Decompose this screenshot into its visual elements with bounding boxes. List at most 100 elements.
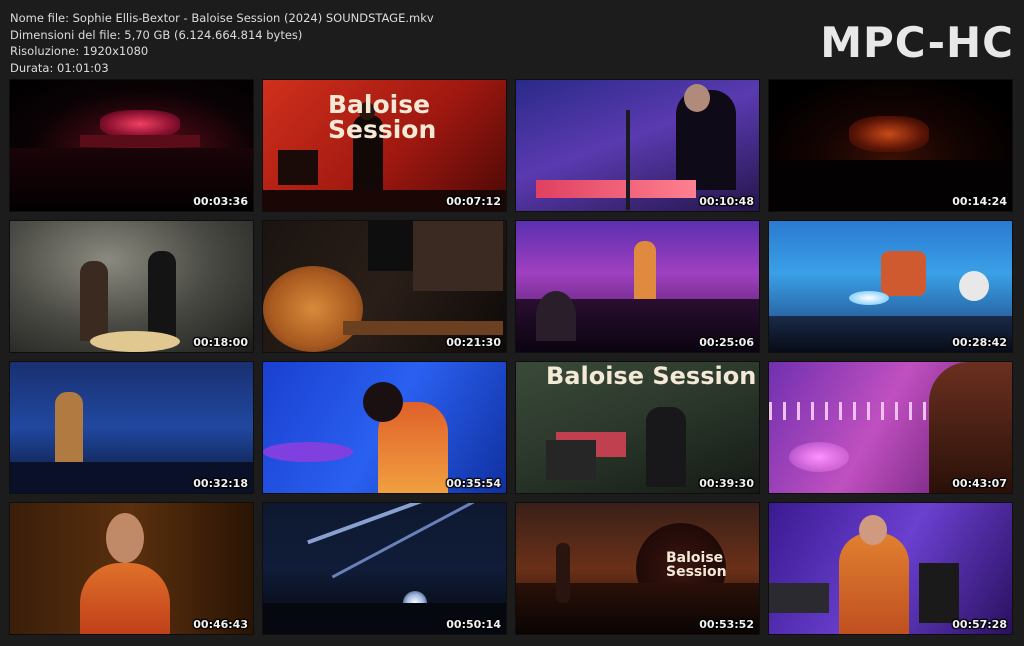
frame-shape	[90, 331, 180, 352]
thumbnail-timestamp: 00:03:36	[193, 195, 248, 208]
frame-shape	[100, 110, 180, 138]
thumbnail-frame-image	[516, 221, 759, 352]
video-thumbnail: Baloise Session 00:39:30	[516, 362, 759, 493]
frame-shape	[859, 515, 887, 545]
video-thumbnail: Baloise Session 00:53:52	[516, 503, 759, 634]
frame-shape	[343, 321, 503, 335]
frame-shape	[929, 362, 1012, 493]
thumbnail-timestamp: 00:07:12	[446, 195, 501, 208]
arte-channel-logo-icon	[266, 508, 275, 528]
frame-shape	[278, 150, 318, 185]
thumbnail-timestamp: 00:18:00	[193, 336, 248, 349]
frame-shape	[106, 513, 144, 563]
thumbnail-frame-image: Baloise Session	[263, 80, 506, 211]
arte-channel-logo-icon	[519, 367, 528, 387]
frame-shape	[80, 563, 170, 634]
frame-shape	[684, 84, 710, 112]
thumbnail-frame-image: Baloise Session	[516, 362, 759, 493]
thumbnail-timestamp: 00:35:54	[446, 477, 501, 490]
frame-shape	[881, 251, 926, 296]
arte-channel-logo-icon	[519, 85, 528, 105]
arte-channel-logo-icon	[519, 226, 528, 246]
thumbnail-timestamp: 00:43:07	[952, 477, 1007, 490]
frame-shape	[80, 135, 200, 147]
thumbnail-frame-image	[10, 503, 253, 634]
thumbnail-frame-image: Baloise Session	[516, 503, 759, 634]
arte-channel-logo-icon	[13, 367, 22, 387]
thumbnail-timestamp: 00:50:14	[446, 618, 501, 631]
video-thumbnail: 00:46:43	[10, 503, 253, 634]
frame-shape	[331, 503, 475, 579]
frame-shape	[634, 241, 656, 301]
arte-channel-logo-icon	[13, 226, 22, 246]
video-thumbnail: 00:57:28	[769, 503, 1012, 634]
thumbnail-timestamp: 00:46:43	[193, 618, 248, 631]
arte-channel-logo-icon	[266, 226, 275, 246]
thumbnail-timestamp: 00:39:30	[699, 477, 754, 490]
thumbnail-timestamp: 00:14:24	[952, 195, 1007, 208]
thumbnail-timestamp: 00:21:30	[446, 336, 501, 349]
thumbnail-frame-image	[769, 362, 1012, 493]
arte-channel-logo-icon	[772, 226, 781, 246]
thumbnail-frame-image	[263, 362, 506, 493]
thumbnail-frame-image	[516, 80, 759, 211]
video-thumbnail: 00:43:07	[769, 362, 1012, 493]
thumbnail-frame-image	[769, 221, 1012, 352]
frame-shape	[769, 583, 829, 613]
thumbnail-timestamp: 00:28:42	[952, 336, 1007, 349]
frame-shape	[849, 116, 929, 152]
arte-channel-logo-icon	[266, 85, 275, 105]
thumbnail-frame-image	[263, 503, 506, 634]
frame-shape	[626, 110, 630, 210]
frame-shape	[849, 291, 889, 305]
frame-shape	[556, 543, 570, 603]
video-thumbnail: 00:25:06	[516, 221, 759, 352]
thumbnail-grid: 00:03:36 Baloise Session 00:07:12 00:10:48 0…	[0, 0, 1024, 646]
stage-banner-text: Baloise Session	[666, 550, 727, 580]
video-thumbnail: 00:28:42	[769, 221, 1012, 352]
video-thumbnail: 00:03:36	[10, 80, 253, 211]
frame-shape	[646, 407, 686, 487]
frame-shape	[959, 271, 989, 301]
video-thumbnail: 00:35:54	[263, 362, 506, 493]
video-thumbnail: 00:50:14	[263, 503, 506, 634]
frame-shape	[413, 221, 503, 291]
arte-channel-logo-icon	[266, 367, 275, 387]
thumbnail-timestamp: 00:53:52	[699, 618, 754, 631]
frame-shape	[536, 180, 696, 198]
thumbnail-frame-image	[10, 221, 253, 352]
thumbnail-timestamp: 00:57:28	[952, 618, 1007, 631]
video-thumbnail: 00:32:18	[10, 362, 253, 493]
frame-shape	[80, 261, 108, 341]
thumbnail-timestamp: 00:10:48	[699, 195, 754, 208]
frame-shape	[307, 503, 459, 545]
thumbnail-frame-image	[769, 80, 1012, 211]
arte-channel-logo-icon	[772, 508, 781, 528]
arte-channel-logo-icon	[519, 508, 528, 528]
frame-shape	[839, 533, 909, 634]
frame-shape	[55, 392, 83, 467]
thumbnail-frame-image	[263, 221, 506, 352]
frame-shape	[789, 442, 849, 472]
frame-shape	[546, 440, 596, 480]
thumbnail-timestamp: 00:25:06	[699, 336, 754, 349]
frame-shape	[363, 382, 403, 422]
stage-banner-text: Baloise Session	[328, 90, 437, 144]
thumbnail-frame-image	[10, 362, 253, 493]
frame-shape	[368, 221, 413, 271]
arte-channel-logo-icon	[13, 508, 22, 528]
video-thumbnail: Baloise Session 00:07:12	[263, 80, 506, 211]
video-thumbnail: 00:10:48	[516, 80, 759, 211]
video-thumbnail: 00:18:00	[10, 221, 253, 352]
thumbnail-timestamp: 00:32:18	[193, 477, 248, 490]
video-thumbnail: 00:14:24	[769, 80, 1012, 211]
frame-shape	[919, 563, 959, 623]
stage-banner-text: Baloise Session	[546, 362, 757, 390]
frame-shape	[536, 291, 576, 341]
video-thumbnail: 00:21:30	[263, 221, 506, 352]
frame-shape	[263, 442, 353, 462]
arte-channel-logo-icon	[772, 85, 781, 105]
thumbnail-frame-image	[769, 503, 1012, 634]
frame-shape	[263, 266, 363, 352]
arte-channel-logo-icon	[13, 85, 22, 105]
